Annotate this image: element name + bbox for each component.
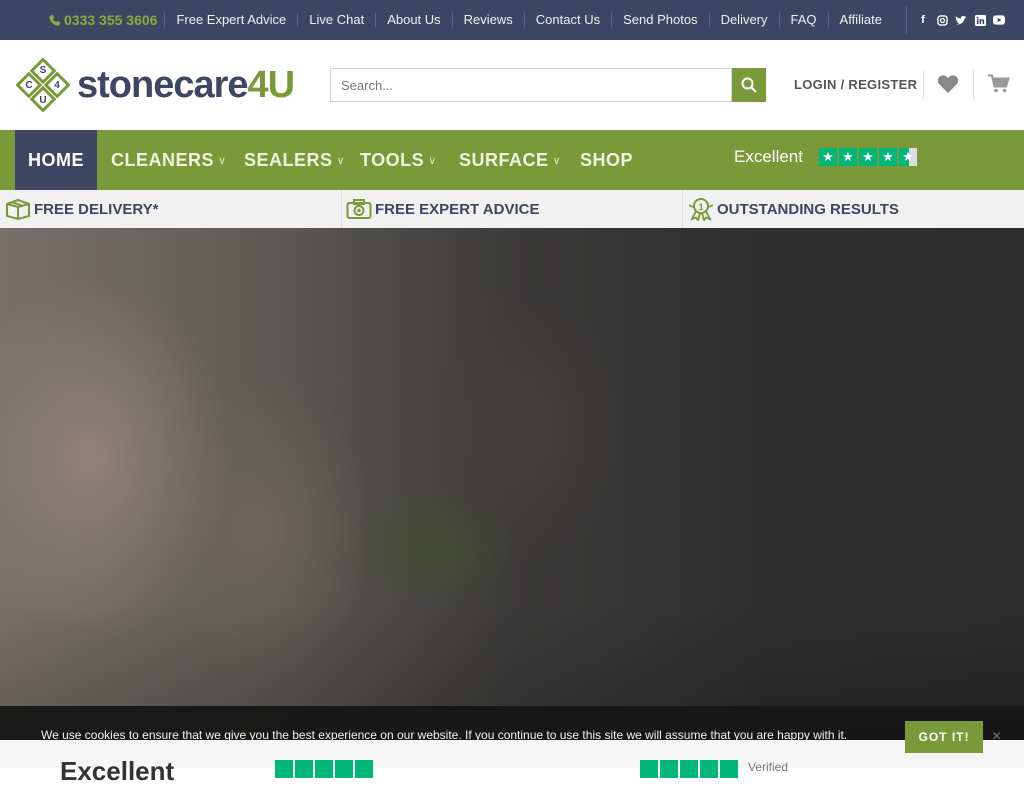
- social-links: f: [906, 6, 1005, 34]
- search-icon: [741, 77, 757, 93]
- star-icon: ★: [818, 148, 837, 166]
- top-link-about-us[interactable]: About Us: [375, 13, 451, 27]
- cookie-notice: We use cookies to ensure that we give yo…: [0, 706, 1024, 753]
- nav-cleaners-label: CLEANERS: [111, 149, 215, 170]
- top-link-delivery[interactable]: Delivery: [708, 13, 779, 27]
- chevron-down-icon: ∨: [218, 154, 227, 167]
- star-icon: [355, 760, 373, 778]
- logo-text-main: stonecare: [77, 63, 249, 106]
- top-link-faq[interactable]: FAQ: [778, 13, 828, 27]
- login-register-link[interactable]: LOGIN / REGISTER: [794, 77, 917, 92]
- usp-outstanding-results: 1 OUTSTANDING RESULTS: [688, 190, 899, 228]
- nav-surface[interactable]: SURFACE ∨: [459, 130, 561, 190]
- logo-text-suffix: 4U: [247, 63, 296, 106]
- top-link-contact-us[interactable]: Contact Us: [523, 13, 611, 27]
- linkedin-icon[interactable]: [974, 14, 986, 26]
- top-link-reviews[interactable]: Reviews: [451, 13, 524, 27]
- youtube-icon[interactable]: [993, 14, 1005, 26]
- star-icon: [700, 760, 718, 778]
- logo-letter-c: C: [25, 80, 32, 91]
- star-icon: [640, 760, 658, 778]
- cart-icon[interactable]: [988, 74, 1010, 99]
- chevron-down-icon: ∨: [336, 154, 346, 167]
- site-logo[interactable]: S C 4 U stonecare4U: [15, 57, 296, 113]
- logo-letter-s: S: [40, 65, 47, 76]
- wishlist-icon[interactable]: [937, 74, 959, 99]
- facebook-icon[interactable]: f: [917, 14, 929, 26]
- star-icon: ★: [858, 148, 877, 166]
- reviews-section: Excellent Verified: [0, 740, 1024, 786]
- site-header: S C 4 U stonecare4U LOGIN / REGISTER: [0, 40, 1024, 130]
- nav-cleaners[interactable]: CLEANERS ∨: [111, 130, 227, 190]
- cookie-accept-button[interactable]: GOT IT!: [905, 721, 983, 753]
- star-icon: [315, 760, 333, 778]
- cookie-message: We use cookies to ensure that we give yo…: [41, 728, 848, 742]
- trustpilot-stars: ★ ★ ★ ★ ★: [818, 148, 917, 166]
- trustpilot-widget[interactable]: Excellent ★ ★ ★ ★ ★: [734, 147, 917, 167]
- chevron-down-icon: ∨: [428, 154, 437, 167]
- star-icon: ★: [878, 148, 897, 166]
- top-link-live-chat[interactable]: Live Chat: [297, 13, 375, 27]
- review-stars: [640, 760, 738, 778]
- top-links: 0333 355 3606 Free Expert Advice Live Ch…: [48, 0, 893, 40]
- star-icon: ★: [838, 148, 857, 166]
- star-icon: [660, 760, 678, 778]
- usp-free-delivery-label: FREE DELIVERY*: [34, 200, 159, 218]
- star-icon: [335, 760, 353, 778]
- phone-icon: [49, 14, 61, 26]
- nav-sealers[interactable]: SEALERS ∨: [244, 130, 345, 190]
- logo-text: stonecare4U: [77, 63, 296, 107]
- usp-outstanding-results-label: OUTSTANDING RESULTS: [717, 200, 899, 218]
- logo-letter-u: U: [39, 95, 46, 106]
- usp-free-expert-advice: FREE EXPERT ADVICE: [346, 190, 539, 228]
- hero-overlay: [0, 228, 1024, 768]
- review-stars: [275, 760, 373, 778]
- instagram-icon[interactable]: [936, 14, 948, 26]
- header-divider: [973, 70, 974, 100]
- usp-free-delivery: FREE DELIVERY*: [5, 190, 158, 228]
- top-link-free-expert-advice[interactable]: Free Expert Advice: [164, 13, 297, 27]
- nav-tools-label: TOOLS: [360, 149, 425, 170]
- nav-shop[interactable]: SHOP: [580, 130, 633, 190]
- package-icon: [5, 197, 31, 221]
- nav-tools[interactable]: TOOLS ∨: [360, 130, 437, 190]
- camera-icon: [346, 197, 372, 221]
- usp-divider: [682, 190, 683, 228]
- usp-bar: FREE DELIVERY* FREE EXPERT ADVICE 1 OUTS…: [0, 190, 1024, 228]
- search-button[interactable]: [732, 68, 766, 102]
- reviews-heading: Excellent: [60, 756, 175, 786]
- trustpilot-label: Excellent: [734, 147, 803, 166]
- verified-label: Verified: [748, 760, 789, 774]
- nav-surface-label: SURFACE: [459, 149, 549, 170]
- top-bar: 0333 355 3606 Free Expert Advice Live Ch…: [0, 0, 1024, 40]
- star-icon: [680, 760, 698, 778]
- nav-home[interactable]: HOME: [15, 130, 97, 190]
- award-icon: 1: [688, 197, 714, 221]
- usp-divider: [341, 190, 342, 228]
- top-link-affiliate[interactable]: Affiliate: [827, 13, 893, 27]
- close-icon[interactable]: ×: [992, 728, 1001, 746]
- nav-home-label: HOME: [28, 149, 84, 170]
- half-star-icon: ★: [898, 148, 917, 166]
- twitter-icon[interactable]: [955, 14, 967, 26]
- phone-link[interactable]: 0333 355 3606: [48, 12, 164, 28]
- search-input[interactable]: [330, 68, 732, 102]
- header-divider: [923, 70, 924, 100]
- usp-free-expert-advice-label: FREE EXPERT ADVICE: [375, 200, 540, 218]
- search-form: [330, 68, 766, 102]
- star-icon: [295, 760, 313, 778]
- svg-text:1: 1: [698, 202, 703, 212]
- chevron-down-icon: ∨: [552, 154, 562, 167]
- hero-banner-image: [0, 228, 1024, 768]
- star-icon: [275, 760, 293, 778]
- logo-letter-4: 4: [54, 80, 60, 91]
- phone-number: 0333 355 3606: [64, 12, 158, 28]
- top-link-send-photos[interactable]: Send Photos: [611, 13, 708, 27]
- star-icon: [720, 760, 738, 778]
- nav-shop-label: SHOP: [580, 149, 634, 170]
- nav-sealers-label: SEALERS: [244, 149, 333, 170]
- logo-mark: S C 4 U: [15, 57, 71, 113]
